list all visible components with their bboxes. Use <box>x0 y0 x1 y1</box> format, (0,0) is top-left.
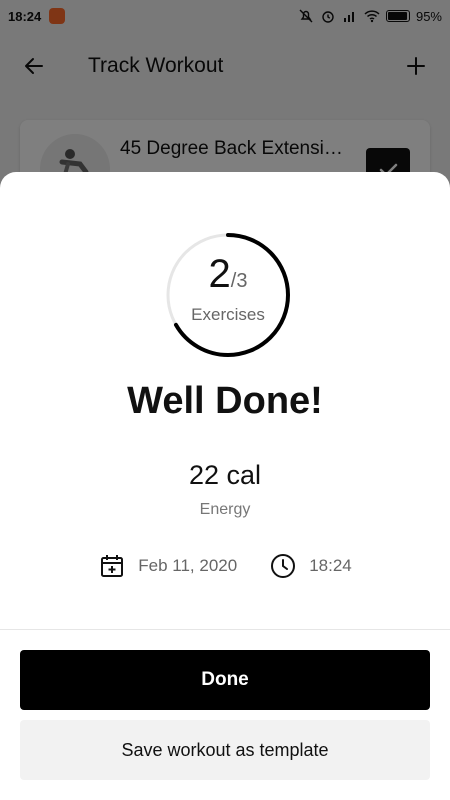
date-text: Feb 11, 2020 <box>138 556 238 575</box>
workout-complete-sheet: 2/3 Exercises Well Done! 22 cal Energy F… <box>0 172 450 800</box>
done-button[interactable]: Done <box>20 650 430 710</box>
exercises-completed: 2 <box>208 252 231 296</box>
exercises-label: Exercises <box>191 305 265 324</box>
workout-meta: Feb 11, 2020 18:24 <box>0 552 450 580</box>
exercise-progress-ring: 2/3 Exercises <box>165 232 291 358</box>
exercises-total: /3 <box>230 270 248 292</box>
save-template-button[interactable]: Save workout as template <box>20 720 430 780</box>
completion-headline: Well Done! <box>127 380 323 422</box>
workout-date: Feb 11, 2020 <box>98 552 237 580</box>
exercise-count: 2/3 <box>165 252 291 303</box>
clock-icon <box>271 554 296 578</box>
energy-value: 22 cal <box>188 460 262 490</box>
energy-label: Energy <box>199 501 251 518</box>
time-text: 18:24 <box>309 556 352 575</box>
workout-time: 18:24 <box>269 552 352 580</box>
calendar-add-icon <box>101 555 124 577</box>
divider <box>0 629 450 630</box>
progress-ring-text: 2/3 Exercises <box>165 252 291 325</box>
